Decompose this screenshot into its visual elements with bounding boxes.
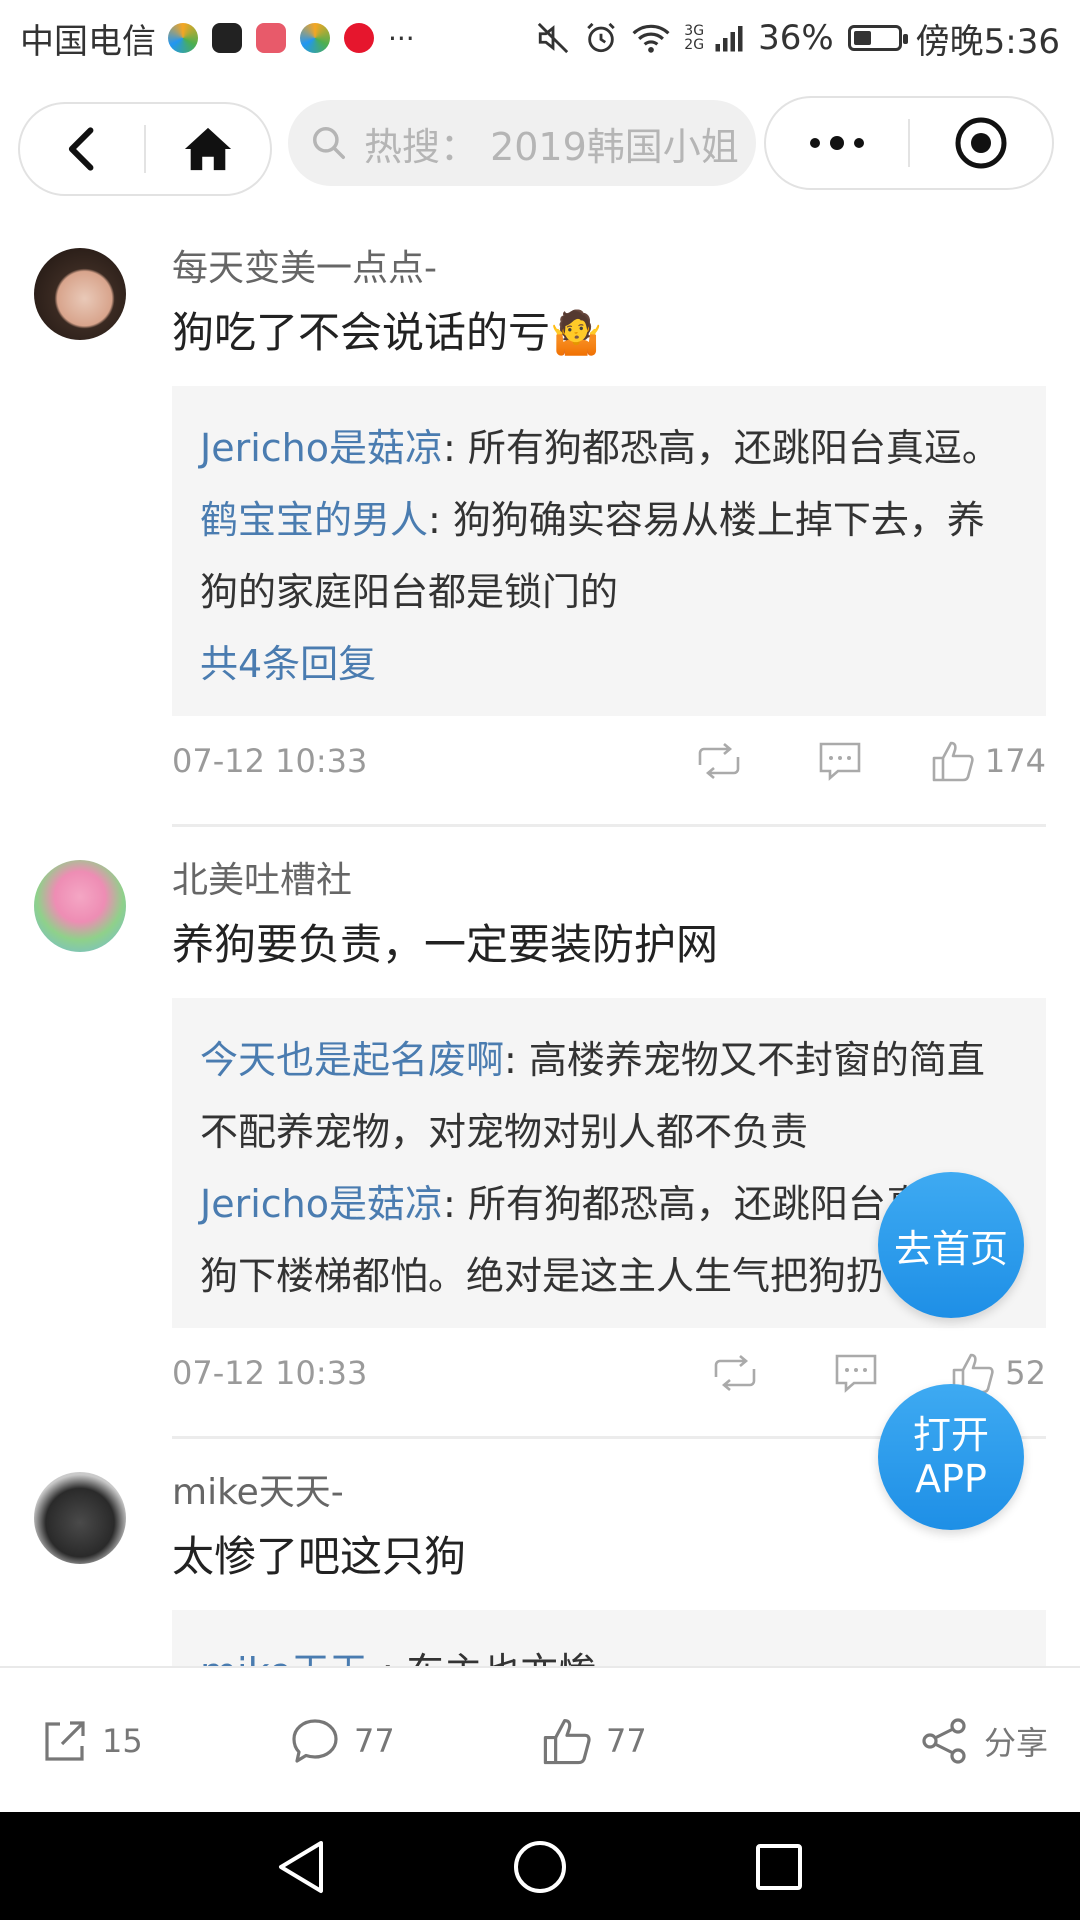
- notification-icons: ···: [168, 22, 415, 55]
- home-icon: [184, 127, 232, 171]
- avatar[interactable]: [34, 860, 126, 952]
- wifi-icon: [632, 24, 670, 53]
- repost-action[interactable]: 15: [42, 1668, 143, 1814]
- bottom-action-bar: 15 77 77 分享: [0, 1666, 1080, 1812]
- reply-box[interactable]: mike天天-: 东主也亦惨: [172, 1610, 1046, 1666]
- thumbs-up-icon: [932, 741, 974, 782]
- more-button[interactable]: [766, 98, 908, 188]
- avatar[interactable]: [34, 1472, 126, 1564]
- comment-author[interactable]: 每天变美一点点-: [172, 244, 1046, 294]
- go-home-label: 去首页: [893, 1226, 1008, 1271]
- reply-author[interactable]: Jericho是菇凉: [200, 426, 443, 470]
- open-app-label-line2: APP: [915, 1457, 987, 1501]
- comment-author[interactable]: 北美吐槽社: [172, 856, 1046, 906]
- open-app-button[interactable]: 打开 APP: [878, 1384, 1024, 1530]
- repost-button[interactable]: [682, 731, 742, 791]
- home-button[interactable]: [146, 104, 270, 194]
- red-app-icon: [256, 23, 286, 53]
- comment-time: 07-12 10:33: [172, 1354, 368, 1392]
- go-home-button[interactable]: 去首页: [878, 1172, 1024, 1318]
- repost-icon: [714, 1355, 756, 1391]
- more-dots-icon: [810, 136, 864, 150]
- circle-home-icon: [514, 1841, 566, 1893]
- comment-text: 太惨了吧这只狗: [172, 1532, 467, 1581]
- reply-item: Jericho是菇凉: 所有狗都恐高，还跳阳台真逗。: [200, 412, 1018, 484]
- more-notifications-icon: ···: [388, 21, 415, 55]
- comment-text: 狗吃了不会说话的亏🤷: [172, 308, 603, 357]
- tiktok-icon: [212, 23, 242, 53]
- reply-author[interactable]: 鹤宝宝的男人: [200, 498, 428, 542]
- comment-action[interactable]: 77: [290, 1668, 395, 1814]
- reply-author[interactable]: mike天天-: [200, 1650, 381, 1666]
- comment-bubble-icon: [835, 1354, 877, 1393]
- reply-item: 鹤宝宝的男人: 狗狗确实容易从楼上掉下去，养狗的家庭阳台都是锁门的: [200, 484, 1018, 628]
- comment-icon: [292, 1719, 338, 1763]
- thumbs-up-icon: [543, 1718, 591, 1765]
- repost-button[interactable]: [698, 1343, 758, 1403]
- signal-icon: [715, 26, 743, 52]
- mute-icon: [538, 22, 569, 54]
- like-action[interactable]: 77: [542, 1668, 647, 1814]
- mini-program-capsule: [764, 96, 1054, 190]
- triangle-back-icon: [279, 1841, 323, 1893]
- reply-text: : 所有狗都恐高，还跳阳台真逗。: [443, 426, 1000, 470]
- reply-item: mike天天-: 东主也亦惨: [200, 1636, 1018, 1666]
- comment-count: 77: [354, 1722, 395, 1760]
- repost-count: 15: [102, 1722, 143, 1760]
- weibo-icon: [344, 23, 374, 53]
- search-icon: [313, 127, 345, 159]
- reply-item: 今天也是起名废啊: 高楼养宠物又不封窗的简直不配养宠物，对宠物对别人都不负责: [200, 1024, 1018, 1168]
- status-bar: 中国电信 ··· 3G 2G 36% 傍晚5:36: [0, 0, 1080, 76]
- square-recents-icon: [756, 1844, 802, 1890]
- more-replies-link[interactable]: 共4条回复: [200, 628, 1018, 700]
- clock: 傍晚5:36: [915, 21, 1060, 62]
- share-icon: [922, 1718, 966, 1764]
- search-placeholder: 热搜： 2019韩国小姐: [364, 124, 739, 169]
- like-count: 52: [1005, 1354, 1046, 1392]
- reply-author[interactable]: Jericho是菇凉: [200, 1182, 443, 1226]
- app-notification-icon: [300, 23, 330, 53]
- target-close-icon: [955, 117, 1007, 169]
- close-miniprogram-button[interactable]: [910, 98, 1052, 188]
- reply-author[interactable]: 今天也是起名废啊: [200, 1038, 504, 1082]
- system-navigation-bar: [0, 1812, 1080, 1920]
- top-navigation: 热搜： 2019韩国小姐: [0, 96, 1080, 200]
- share-label: 分享: [984, 1724, 1049, 1762]
- battery-icon: [847, 25, 908, 51]
- nav-pill: [18, 102, 272, 196]
- system-home-button[interactable]: [505, 1832, 575, 1902]
- like-count: 77: [606, 1722, 647, 1760]
- avatar[interactable]: [34, 248, 126, 340]
- reply-button[interactable]: [742, 731, 862, 791]
- repost-share-icon: [45, 1721, 85, 1761]
- comment-meta: 07-12 10:33 174: [172, 716, 1046, 806]
- comment-bubble-icon: [819, 742, 861, 781]
- alarm-icon: [587, 22, 616, 53]
- open-app-label-line1: 打开: [912, 1413, 989, 1457]
- system-recents-button[interactable]: [744, 1832, 814, 1902]
- reply-box[interactable]: Jericho是菇凉: 所有狗都恐高，还跳阳台真逗。 鹤宝宝的男人: 狗狗确实容…: [172, 386, 1046, 716]
- divider: [172, 824, 1046, 827]
- network-type: 3G 2G: [684, 23, 705, 53]
- system-back-button[interactable]: [266, 1832, 336, 1902]
- battery-percent: 36%: [758, 18, 834, 58]
- repost-icon: [698, 743, 740, 779]
- back-arrow-icon: [68, 127, 94, 171]
- reply-button[interactable]: [758, 1343, 878, 1403]
- app-notification-icon: [168, 23, 198, 53]
- like-button[interactable]: 174: [862, 731, 1046, 791]
- share-action[interactable]: 分享: [920, 1668, 1048, 1814]
- comment-time: 07-12 10:33: [172, 742, 368, 780]
- carrier-label: 中国电信: [20, 21, 156, 62]
- like-count: 174: [984, 742, 1046, 780]
- reply-text: : 东主也亦惨: [381, 1650, 596, 1666]
- search-input[interactable]: 热搜： 2019韩国小姐: [288, 100, 756, 186]
- back-button[interactable]: [20, 104, 144, 194]
- comment-text: 养狗要负责，一定要装防护网: [172, 920, 719, 969]
